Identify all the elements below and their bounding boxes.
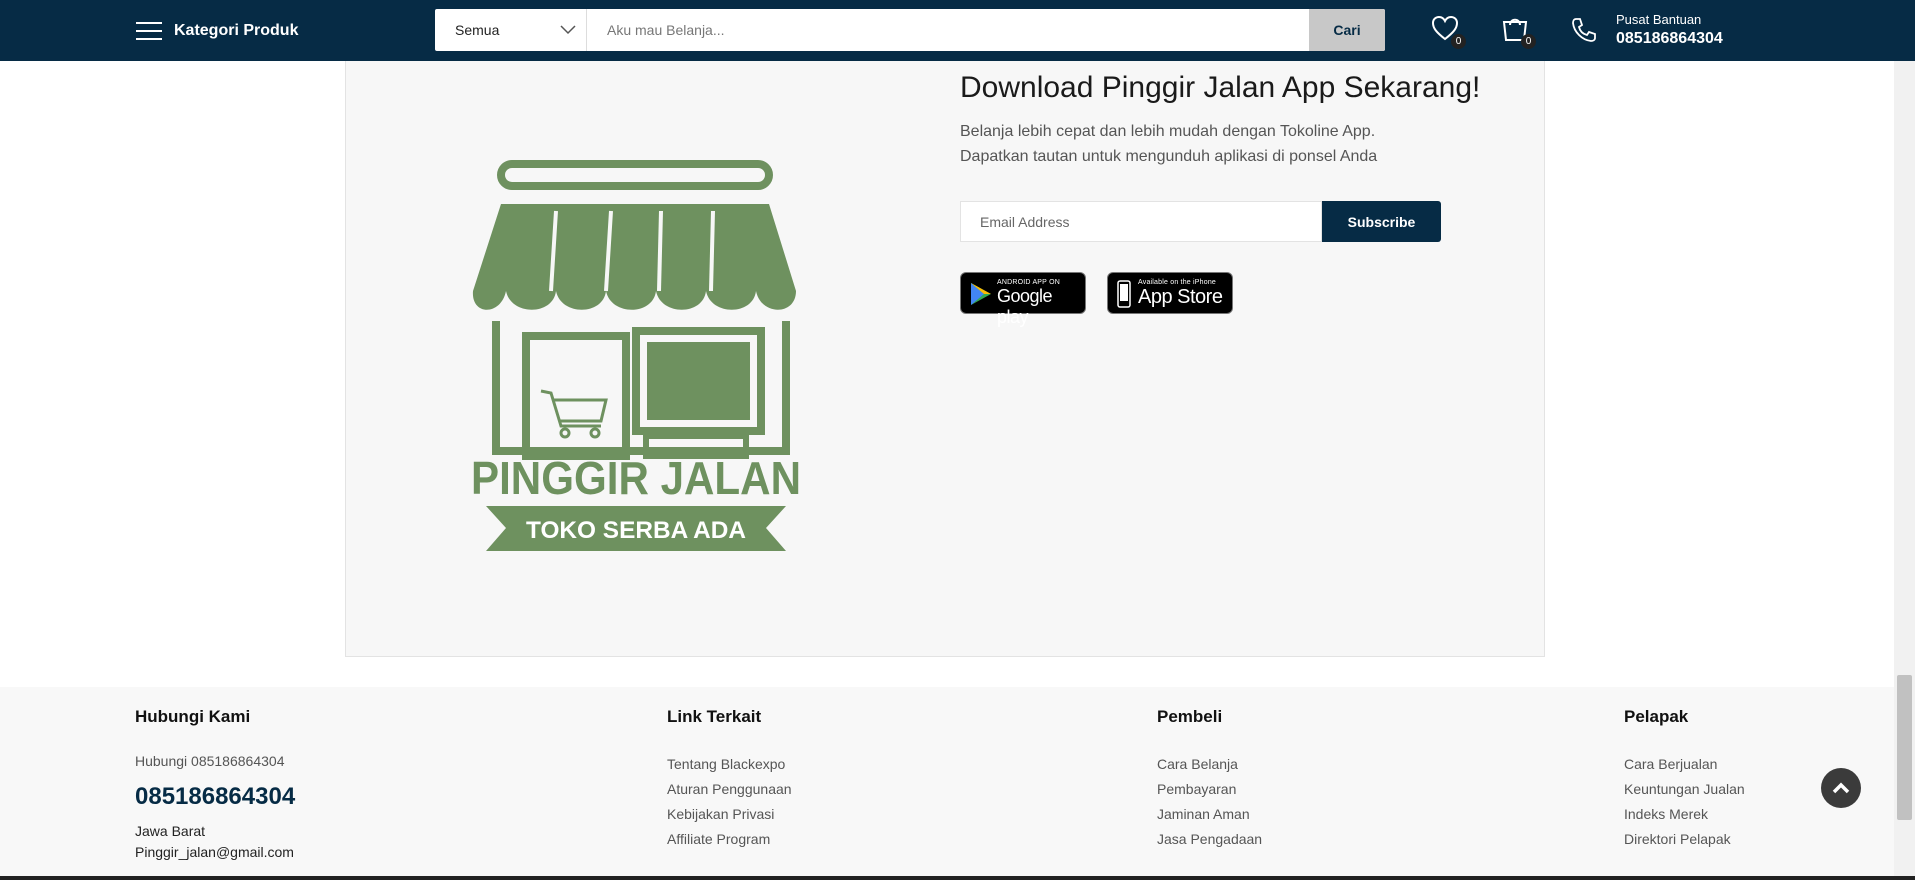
app-download-section: PINGGIR JALAN TOKO SERBA ADA Download Pi… bbox=[345, 61, 1545, 657]
footer-link[interactable]: Direktori Pelapak bbox=[1624, 827, 1745, 852]
wishlist-count-badge: 0 bbox=[1451, 34, 1466, 49]
scrollbar-thumb[interactable] bbox=[1897, 675, 1912, 820]
contact-phone: 085186864304 bbox=[135, 783, 296, 810]
footer-column-heading: Pelapak bbox=[1624, 707, 1689, 726]
footer-link[interactable]: Cara Belanja bbox=[1157, 752, 1262, 777]
footer-column-heading: Link Terkait bbox=[667, 707, 762, 726]
app-subtext: Belanja lebih cepat dan lebih mudah deng… bbox=[960, 119, 1377, 169]
search-category-select[interactable]: Semua bbox=[435, 9, 587, 51]
footer-contact: Hubungi Kami Hubungi 085186864304 085186… bbox=[135, 707, 295, 863]
footer-link[interactable]: Affiliate Program bbox=[667, 827, 792, 852]
footer-link[interactable]: Pembayaran bbox=[1157, 777, 1262, 802]
footer-link[interactable]: Cara Berjualan bbox=[1624, 752, 1745, 777]
site-footer: Hubungi Kami Hubungi 085186864304 085186… bbox=[0, 687, 1915, 880]
footer-link[interactable]: Keuntungan Jualan bbox=[1624, 777, 1745, 802]
help-center[interactable]: Pusat Bantuan 085186864304 bbox=[1570, 10, 1723, 50]
app-store-big-text: App Store bbox=[1138, 286, 1223, 308]
subscribe-form: Subscribe bbox=[960, 201, 1441, 242]
footer-link[interactable]: Tentang Blackexpo bbox=[667, 752, 792, 777]
search-button[interactable]: Cari bbox=[1309, 9, 1385, 51]
subscribe-button[interactable]: Subscribe bbox=[1322, 201, 1441, 242]
chevron-down-icon bbox=[560, 25, 576, 35]
contact-region: Jawa Barat bbox=[135, 823, 206, 839]
footer-column-pembeli: Pembeli Cara Belanja Pembayaran Jaminan … bbox=[1157, 707, 1262, 852]
app-store-small-text: Available on the iPhone bbox=[1138, 279, 1217, 286]
category-menu-label: Kategori Produk bbox=[174, 22, 299, 39]
contact-heading: Hubungi Kami bbox=[135, 707, 251, 726]
iphone-icon bbox=[1117, 280, 1131, 308]
phone-icon bbox=[1572, 18, 1596, 42]
google-play-badge[interactable]: ANDROID APP ON Google play bbox=[960, 272, 1086, 327]
footer-link[interactable]: Kebijakan Privasi bbox=[667, 802, 792, 827]
cart-count-badge: 0 bbox=[1521, 34, 1536, 49]
google-play-big-text: Google play bbox=[997, 286, 1053, 327]
cart-button[interactable]: 0 bbox=[1500, 13, 1536, 49]
footer-link[interactable]: Indeks Merek bbox=[1624, 802, 1745, 827]
contact-note: Hubungi 085186864304 bbox=[135, 753, 285, 769]
hamburger-icon bbox=[136, 22, 162, 40]
search-bar: Semua Cari bbox=[435, 9, 1385, 51]
logo-title: PINGGIR JALAN bbox=[471, 452, 801, 504]
footer-link[interactable]: Aturan Penggunaan bbox=[667, 777, 792, 802]
google-play-small-text: ANDROID APP ON bbox=[997, 279, 1060, 286]
bottom-edge bbox=[0, 876, 1915, 880]
wishlist-button[interactable]: 0 bbox=[1430, 13, 1466, 49]
footer-column-heading: Pembeli bbox=[1157, 707, 1223, 726]
search-category-value: Semua bbox=[455, 22, 500, 38]
contact-email[interactable]: Pinggir_jalan@gmail.com bbox=[135, 842, 295, 863]
help-phone: 085186864304 bbox=[1616, 30, 1723, 47]
logo-subtitle: TOKO SERBA ADA bbox=[526, 517, 746, 544]
app-store-badge[interactable]: Available on the iPhone App Store bbox=[1107, 272, 1233, 314]
footer-column-link-terkait: Link Terkait Tentang Blackexpo Aturan Pe… bbox=[667, 707, 792, 852]
app-subtext-line-1: Belanja lebih cepat dan lebih mudah deng… bbox=[960, 123, 1376, 140]
email-field[interactable] bbox=[960, 201, 1322, 242]
app-subtext-line-2: Dapatkan tautan untuk mengunduh aplikasi… bbox=[960, 148, 1378, 165]
chevron-up-icon bbox=[1832, 782, 1850, 794]
google-play-icon bbox=[971, 283, 991, 305]
search-input[interactable] bbox=[587, 9, 1309, 51]
help-title: Pusat Bantuan bbox=[1616, 12, 1702, 27]
pinggir-jalan-logo: PINGGIR JALAN TOKO SERBA ADA bbox=[471, 160, 801, 551]
top-header: Kategori Produk Semua Cari 0 0 Pusat Ban… bbox=[0, 0, 1915, 61]
footer-link[interactable]: Jaminan Aman bbox=[1157, 802, 1262, 827]
back-to-top-button[interactable] bbox=[1821, 768, 1861, 808]
footer-column-pelapak: Pelapak Cara Berjualan Keuntungan Jualan… bbox=[1624, 707, 1745, 852]
category-menu-button[interactable]: Kategori Produk bbox=[136, 16, 298, 46]
app-heading: Download Pinggir Jalan App Sekarang! bbox=[960, 71, 1481, 104]
footer-link[interactable]: Jasa Pengadaan bbox=[1157, 827, 1262, 852]
